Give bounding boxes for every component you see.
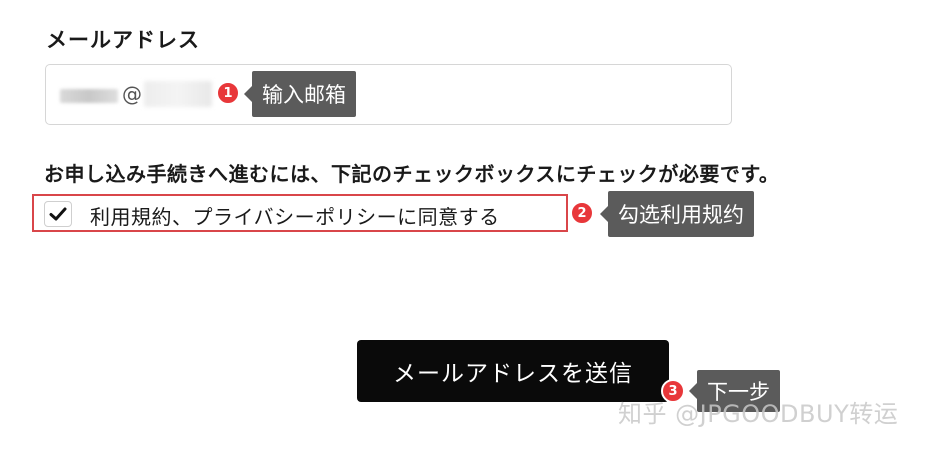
step-tooltip-1: 输入邮箱 — [244, 71, 356, 117]
watermark: 知乎 @JPGOODBUY转运 — [618, 400, 899, 428]
step-badge-2: 2 — [570, 201, 594, 225]
email-input[interactable]: @ — [45, 64, 732, 125]
checkmark-icon — [49, 207, 67, 221]
email-label: メールアドレス — [46, 28, 200, 52]
blurred-email-domain — [144, 81, 212, 107]
step-badge-1: 1 — [216, 81, 240, 105]
terms-checkbox[interactable] — [44, 201, 72, 227]
consent-instruction: お申し込み手続きへ進むには、下記のチェックボックスにチェックが必要です。 — [44, 162, 780, 186]
blurred-email-username — [60, 89, 118, 103]
consent-highlight: 利用規約、プライバシーポリシーに同意する — [32, 194, 568, 232]
email-at-sign: @ — [122, 82, 142, 106]
terms-checkbox-label[interactable]: 利用規約、プライバシーポリシーに同意する — [90, 201, 500, 230]
step-tooltip-2: 勾选利用规约 — [600, 191, 754, 237]
submit-email-button[interactable]: メールアドレスを送信 — [357, 340, 669, 402]
